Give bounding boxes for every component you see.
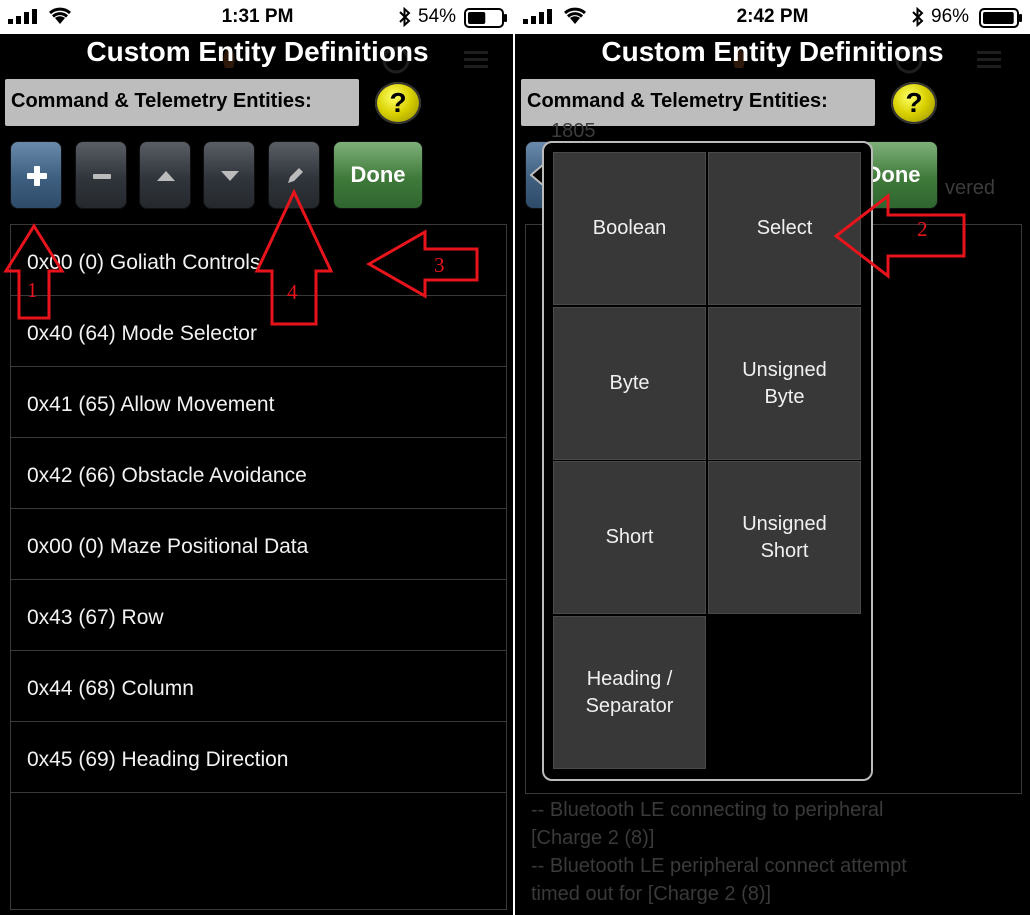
pencil-icon	[288, 168, 303, 183]
log-line: -- Bluetooth LE connecting to peripheral	[531, 799, 884, 821]
type-option-heading-separator[interactable]: Heading / Separator	[553, 616, 706, 769]
annotation-label-1: 1	[27, 278, 38, 302]
bluetooth-icon	[399, 7, 411, 27]
edit-entity-button[interactable]	[268, 141, 320, 209]
minus-icon	[93, 174, 111, 179]
type-option-byte[interactable]: Byte	[553, 307, 706, 460]
move-down-button[interactable]	[203, 141, 255, 209]
background-number: 1805	[551, 120, 596, 142]
move-up-button[interactable]	[139, 141, 191, 209]
type-option-unsigned-byte[interactable]: Unsigned Byte	[708, 307, 861, 460]
list-item[interactable]: 0x00 (0) Maze Positional Data	[11, 509, 506, 580]
battery-percent: 54%	[418, 6, 457, 27]
help-button[interactable]: ?	[891, 82, 937, 124]
section-label: Command & Telemetry Entities:	[5, 79, 359, 126]
type-option-unsigned-short[interactable]: Unsigned Short	[708, 461, 861, 614]
list-item[interactable]: 0x44 (68) Column	[11, 651, 506, 722]
help-button[interactable]: ?	[375, 82, 421, 124]
status-bar: 1:31 PM 54%	[0, 0, 515, 34]
log-line: -- Bluetooth LE peripheral connect attem…	[531, 855, 907, 877]
annotation-label-2: 2	[917, 217, 928, 241]
background-fragment: vered	[945, 177, 996, 199]
done-button[interactable]: Done	[333, 141, 423, 209]
list-item[interactable]: 0x43 (67) Row	[11, 580, 506, 651]
log-line: timed out for [Charge 2 (8)]	[531, 883, 772, 905]
list-item[interactable]: 0x40 (64) Mode Selector	[11, 296, 506, 367]
add-entity-button[interactable]	[10, 141, 62, 209]
annotation-label-4: 4	[287, 280, 298, 304]
battery-percent: 96%	[931, 6, 970, 27]
page-title: Custom Entity Definitions	[86, 36, 429, 67]
list-item[interactable]: 0x42 (66) Obstacle Avoidance	[11, 438, 506, 509]
type-option-boolean[interactable]: Boolean	[553, 152, 706, 305]
log-output: -- Bluetooth LE connecting to peripheral…	[531, 796, 1011, 908]
page-title: Custom Entity Definitions	[601, 36, 944, 67]
list-item[interactable]: 0x41 (65) Allow Movement	[11, 367, 506, 438]
left-screen: 1:31 PM 54% Custom Entity Definitions Co…	[0, 0, 515, 915]
section-label: Command & Telemetry Entities:	[521, 79, 875, 126]
type-option-select[interactable]: Select	[708, 152, 861, 305]
type-option-short[interactable]: Short	[553, 461, 706, 614]
annotation-label-3: 3	[434, 253, 445, 277]
battery-icon	[464, 8, 507, 28]
arrow-down-icon	[221, 171, 239, 181]
status-bar: 2:42 PM 96%	[515, 0, 1030, 34]
remove-entity-button[interactable]	[75, 141, 127, 209]
bluetooth-icon	[912, 7, 924, 27]
list-item[interactable]: 0x45 (69) Heading Direction	[11, 722, 506, 793]
log-line: [Charge 2 (8)]	[531, 827, 655, 849]
arrow-up-icon	[157, 171, 175, 181]
entity-list: 0x00 (0) Goliath Controls 0x40 (64) Mode…	[10, 224, 507, 910]
plus-icon	[27, 166, 47, 186]
battery-icon	[979, 8, 1022, 28]
list-item[interactable]: 0x00 (0) Goliath Controls	[11, 225, 506, 296]
